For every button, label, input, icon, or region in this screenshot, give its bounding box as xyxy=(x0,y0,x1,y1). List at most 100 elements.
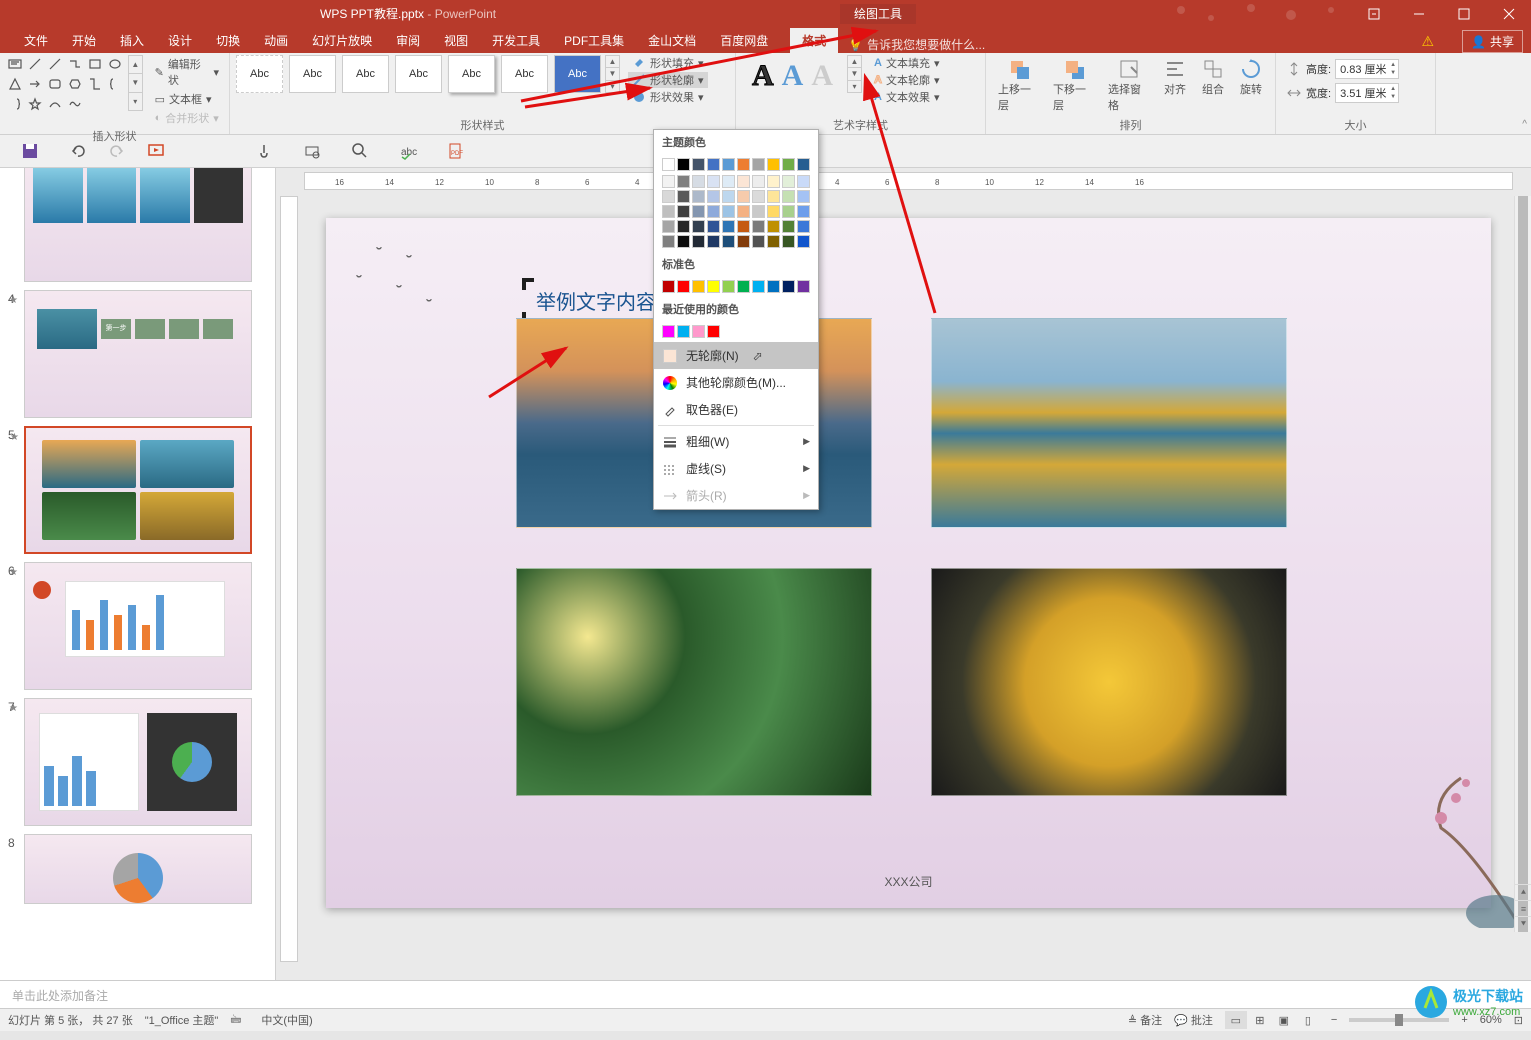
prev-slide-icon[interactable]: ⯅ xyxy=(1515,884,1531,900)
shape-star-icon[interactable] xyxy=(26,95,44,113)
color-swatch[interactable] xyxy=(677,280,690,293)
no-outline-item[interactable]: 无轮廓(N) ⬀ xyxy=(654,342,818,369)
shape-curve-icon[interactable] xyxy=(46,95,64,113)
color-swatch[interactable] xyxy=(737,220,750,233)
next-slide-icon[interactable]: ⯆ xyxy=(1515,916,1531,932)
eyedropper-item[interactable]: 取色器(E) xyxy=(654,396,818,423)
color-swatch[interactable] xyxy=(707,158,720,171)
slide-thumbnail[interactable] xyxy=(24,168,252,282)
color-swatch[interactable] xyxy=(722,235,735,248)
wordart-scroll[interactable]: ▲▼▾ xyxy=(847,55,862,93)
shape-line-icon[interactable] xyxy=(26,55,44,73)
shape-line2-icon[interactable] xyxy=(46,55,64,73)
tab-format[interactable]: 格式 xyxy=(790,28,838,53)
text-outline-button[interactable]: A文本轮廓 ▾ xyxy=(870,72,943,88)
ime-icon[interactable]: 🖮 xyxy=(230,1011,241,1030)
color-swatch[interactable] xyxy=(662,205,675,218)
slide-canvas[interactable]: ⏑ ⏑ ⏑ ⏑ ⏑ 举例文字内容 XXX公司 xyxy=(326,218,1491,908)
weight-item[interactable]: 粗细(W)▶ xyxy=(654,428,818,455)
wordart-item[interactable]: A xyxy=(811,59,833,93)
textbox-button[interactable]: ▭文本框 ▾ xyxy=(151,90,223,108)
shape-brace2-icon[interactable] xyxy=(6,95,24,113)
color-swatch[interactable] xyxy=(707,190,720,203)
normal-view-icon[interactable]: ▭ xyxy=(1225,1011,1247,1029)
shape-freeform-icon[interactable] xyxy=(66,95,84,113)
shape-hexagon-icon[interactable] xyxy=(66,75,84,93)
color-swatch[interactable] xyxy=(692,158,705,171)
color-swatch[interactable] xyxy=(782,280,795,293)
color-swatch[interactable] xyxy=(677,220,690,233)
color-swatch[interactable] xyxy=(722,205,735,218)
wordart-item[interactable]: A xyxy=(782,59,804,93)
shape-rect-icon[interactable] xyxy=(86,55,104,73)
color-swatch[interactable] xyxy=(767,190,780,203)
tab-design[interactable]: 设计 xyxy=(156,28,204,53)
color-swatch[interactable] xyxy=(767,158,780,171)
slide-thumbnail[interactable]: ★ 第一步 xyxy=(24,290,252,418)
bring-forward-button[interactable]: 上移一层 xyxy=(992,55,1045,115)
zoom-out-icon[interactable]: − xyxy=(1331,1014,1337,1026)
slide-thumbnail[interactable]: ★ xyxy=(24,698,252,826)
shape-textbox-icon[interactable] xyxy=(6,55,24,73)
color-swatch[interactable] xyxy=(707,205,720,218)
notes-pane[interactable]: 单击此处添加备注 xyxy=(0,980,1531,1008)
shape-arrow-icon[interactable] xyxy=(26,75,44,93)
color-swatch[interactable] xyxy=(722,220,735,233)
color-swatch[interactable] xyxy=(722,175,735,188)
color-swatch[interactable] xyxy=(692,175,705,188)
maximize-icon[interactable] xyxy=(1441,0,1486,27)
color-swatch[interactable] xyxy=(662,220,675,233)
color-swatch[interactable] xyxy=(797,158,810,171)
color-swatch[interactable] xyxy=(707,280,720,293)
color-swatch[interactable] xyxy=(782,175,795,188)
color-swatch[interactable] xyxy=(782,158,795,171)
group-button[interactable]: 组合 xyxy=(1195,55,1231,99)
color-swatch[interactable] xyxy=(662,158,675,171)
print-preview-button[interactable] xyxy=(288,137,336,165)
share-button[interactable]: 👤 共享 xyxy=(1462,30,1523,53)
shape-effects-button[interactable]: 形状效果 ▾ xyxy=(628,89,708,105)
tab-baidu[interactable]: 百度网盘 xyxy=(708,28,780,53)
color-swatch[interactable] xyxy=(752,158,765,171)
color-swatch[interactable] xyxy=(707,175,720,188)
color-swatch[interactable] xyxy=(722,190,735,203)
merge-shapes-button[interactable]: ◐合并形状 ▾ xyxy=(151,109,223,127)
shape-outline-button[interactable]: 形状轮廓 ▾ xyxy=(628,72,708,88)
edit-shape-button[interactable]: ✎编辑形状 ▾ xyxy=(151,55,223,89)
shapes-gallery-scroll[interactable]: ▲▼▾ xyxy=(128,55,143,111)
text-effects-button[interactable]: A文本效果 ▾ xyxy=(870,89,943,105)
style-item[interactable]: Abc xyxy=(395,55,442,93)
color-swatch[interactable] xyxy=(767,220,780,233)
tab-pdf[interactable]: PDF工具集 xyxy=(552,28,636,53)
more-colors-item[interactable]: 其他轮廓颜色(M)... xyxy=(654,369,818,396)
style-item[interactable]: Abc xyxy=(289,55,336,93)
color-swatch[interactable] xyxy=(767,175,780,188)
convert-pdf-button[interactable]: PDF xyxy=(432,137,480,165)
color-swatch[interactable] xyxy=(692,280,705,293)
slideshow-view-icon[interactable]: ▯ xyxy=(1297,1011,1319,1029)
warning-icon[interactable]: ⚠ xyxy=(1421,33,1434,50)
style-item[interactable]: Abc xyxy=(501,55,548,93)
color-swatch[interactable] xyxy=(767,205,780,218)
color-swatch[interactable] xyxy=(662,235,675,248)
color-swatch[interactable] xyxy=(662,280,675,293)
color-swatch[interactable] xyxy=(797,175,810,188)
tab-animations[interactable]: 动画 xyxy=(252,28,300,53)
color-swatch[interactable] xyxy=(782,190,795,203)
color-swatch[interactable] xyxy=(692,220,705,233)
color-swatch[interactable] xyxy=(767,235,780,248)
color-swatch[interactable] xyxy=(662,175,675,188)
dashes-item[interactable]: 虚线(S)▶ xyxy=(654,455,818,482)
style-item[interactable]: Abc xyxy=(236,55,283,93)
slide-image[interactable] xyxy=(931,568,1287,796)
color-swatch[interactable] xyxy=(737,205,750,218)
width-input[interactable]: 3.51 厘米▲▼ xyxy=(1335,83,1399,103)
minimize-icon[interactable] xyxy=(1396,0,1441,27)
tab-insert[interactable]: 插入 xyxy=(108,28,156,53)
color-swatch[interactable] xyxy=(677,325,690,338)
spellcheck-button[interactable]: abc xyxy=(384,137,432,165)
tab-transitions[interactable]: 切换 xyxy=(204,28,252,53)
color-swatch[interactable] xyxy=(752,205,765,218)
color-swatch[interactable] xyxy=(677,205,690,218)
reading-view-icon[interactable]: ▣ xyxy=(1273,1011,1295,1029)
